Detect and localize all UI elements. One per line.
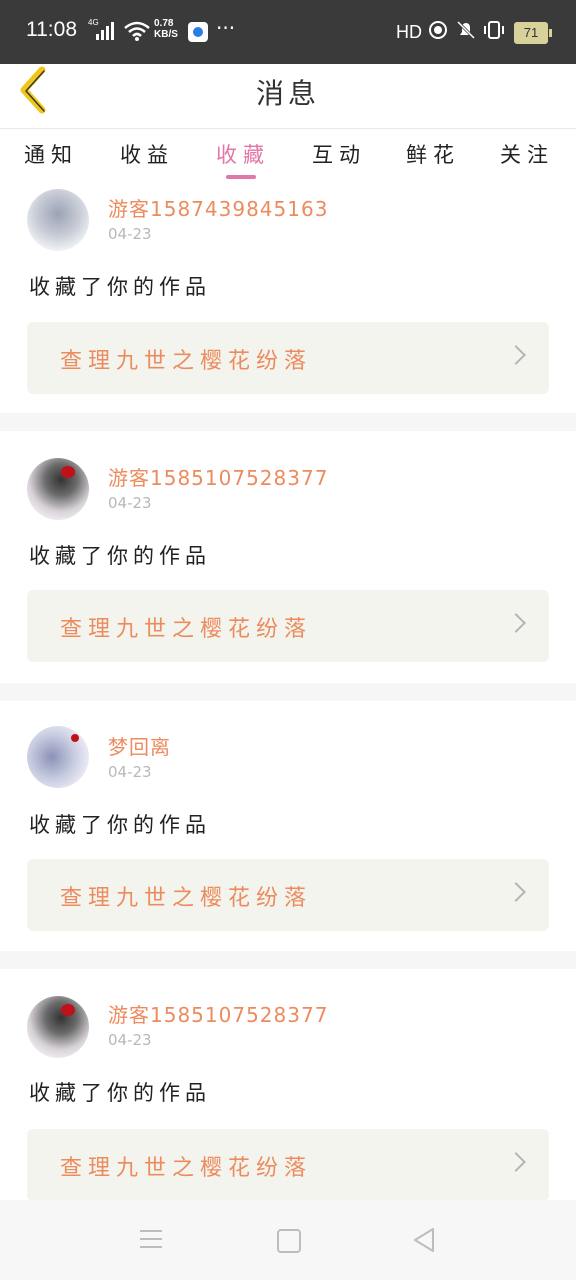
status-time: 11:08 (26, 18, 77, 41)
avatar[interactable] (27, 189, 89, 251)
work-link[interactable]: 查理九世之樱花纷落 (27, 322, 549, 394)
wifi-icon (124, 20, 150, 46)
list-item: 游客15874398451​63 04-23 收藏了你的作品 查理九世之樱花纷落 (0, 185, 576, 413)
system-nav-bar (0, 1200, 576, 1280)
tab-interactions[interactable]: 互动 (312, 139, 366, 169)
message-action: 收藏了你的作品 (29, 275, 211, 299)
mute-bell-icon (456, 20, 476, 45)
work-link[interactable]: 查理九世之樱花纷落 (27, 1129, 549, 1201)
work-title: 查理九世之樱花纷落 (60, 1156, 313, 1181)
chevron-right-icon (506, 613, 526, 633)
app-header: 消息 (0, 64, 576, 128)
dnd-icon (428, 20, 448, 45)
message-date: 04-23 (108, 494, 152, 512)
message-date: 04-23 (108, 1031, 152, 1049)
list-item: 游客15851075283​77 04-23 收藏了你的作品 查理九世之樱花纷落 (0, 969, 576, 1201)
chevron-right-icon (506, 882, 526, 902)
hd-indicator: HD (396, 22, 422, 42)
more-notifications-icon: ··· (216, 16, 236, 40)
tab-favorites[interactable]: 收藏 (216, 139, 270, 169)
tab-flowers[interactable]: 鲜花 (406, 139, 460, 169)
status-bar: 11:08 4G 0.78 KB/S ··· HD 71 (0, 0, 576, 64)
network-type: 4G (88, 18, 99, 27)
work-title: 查理九世之樱花纷落 (60, 349, 313, 374)
signal-icon: 4G (88, 18, 116, 42)
username[interactable]: 游客15851075283​77 (108, 462, 328, 491)
username[interactable]: 游客15874398451​63 (108, 193, 328, 222)
divider (0, 683, 576, 701)
username[interactable]: 梦回离 (108, 731, 171, 760)
chevron-right-icon (506, 345, 526, 365)
divider (0, 951, 576, 969)
message-action: 收藏了你的作品 (29, 813, 211, 837)
vibrate-icon (482, 20, 506, 45)
active-tab-indicator (226, 175, 256, 179)
message-date: 04-23 (108, 225, 152, 243)
avatar[interactable] (27, 458, 89, 520)
username[interactable]: 游客15851075283​77 (108, 999, 328, 1028)
work-link[interactable]: 查理九世之樱花纷落 (27, 859, 549, 931)
tab-bar: 通知 收益 收藏 互动 鲜花 关注 (0, 128, 576, 185)
avatar[interactable] (27, 726, 89, 788)
tab-earnings[interactable]: 收益 (120, 139, 174, 169)
message-action: 收藏了你的作品 (29, 544, 211, 568)
list-item: 梦回离 04-23 收藏了你的作品 查理九世之樱花纷落 (0, 701, 576, 951)
tab-notifications[interactable]: 通知 (24, 139, 78, 169)
page-title: 消息 (255, 77, 320, 110)
chevron-right-icon (506, 1152, 526, 1172)
menu-icon[interactable] (140, 1230, 162, 1250)
battery-icon: 71 (514, 22, 552, 44)
work-title: 查理九世之樱花纷落 (60, 886, 313, 911)
tab-following[interactable]: 关注 (500, 139, 554, 169)
network-speed: 0.78 KB/S (154, 18, 178, 40)
work-link[interactable]: 查理九世之樱花纷落 (27, 590, 549, 662)
avatar[interactable] (27, 996, 89, 1058)
triangle-back-icon[interactable] (412, 1226, 436, 1254)
message-date: 04-23 (108, 763, 152, 781)
app-notification-icon (188, 22, 208, 42)
message-action: 收藏了你的作品 (29, 1081, 211, 1105)
divider (0, 413, 576, 431)
work-title: 查理九世之樱花纷落 (60, 617, 313, 642)
square-home-icon[interactable] (277, 1229, 301, 1253)
list-item: 游客15851075283​77 04-23 收藏了你的作品 查理九世之樱花纷落 (0, 431, 576, 683)
